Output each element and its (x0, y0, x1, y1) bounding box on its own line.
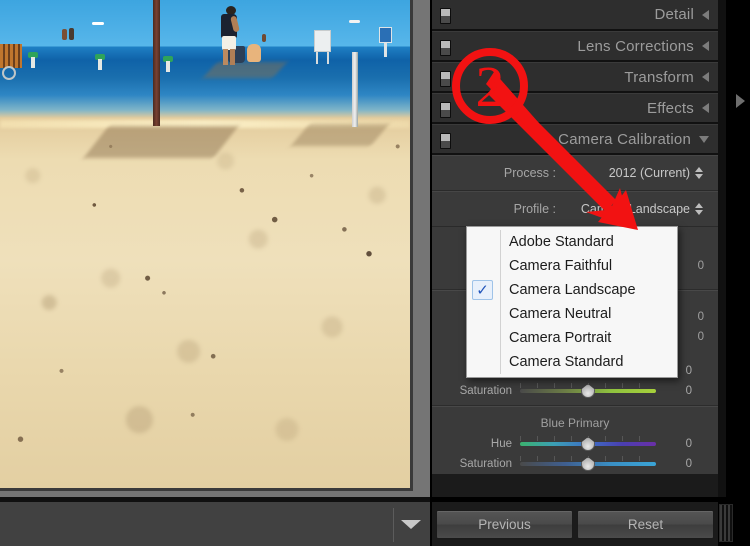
photo-frame (0, 0, 413, 491)
slider-value[interactable]: 0 (656, 458, 692, 470)
checkmark-icon: ✓ (472, 280, 493, 300)
profile-label: Profile : (432, 202, 568, 216)
up-down-arrows-icon[interactable] (695, 203, 703, 215)
dropdown-item-camera-neutral[interactable]: Camera Neutral (467, 302, 677, 326)
person-shorts (222, 36, 236, 50)
panel-right-edge (718, 0, 726, 497)
lightroom-develop-window: Detail Lens Corrections Transform Effect… (0, 0, 750, 546)
dropdown-item-label: Camera Faithful (509, 258, 612, 274)
process-label: Process : (432, 166, 568, 180)
dropdown-item-camera-portrait[interactable]: Camera Portrait (467, 326, 677, 350)
slider-label: Hue (432, 438, 520, 450)
right-panel-column: Detail Lens Corrections Transform Effect… (430, 0, 750, 546)
boat-icon (92, 22, 104, 25)
panel-switch-icon[interactable] (440, 40, 451, 56)
panel-title: Camera Calibration (558, 131, 691, 148)
panel-title: Detail (654, 6, 694, 23)
triangle-left-icon[interactable] (702, 103, 709, 113)
triangle-left-icon[interactable] (702, 10, 709, 20)
blue-saturation-slider-row[interactable]: Saturation 0 (432, 454, 718, 474)
blue-hue-slider-row[interactable]: Hue 0 (432, 434, 718, 454)
slider-label: Saturation (432, 458, 520, 470)
beach-cart-wheel (2, 66, 16, 80)
profile-value-text: Camera Landscape (581, 202, 690, 216)
previous-button[interactable]: Previous (436, 510, 573, 539)
process-value-text: 2012 (Current) (609, 166, 690, 180)
slider-value: 0 (698, 260, 704, 272)
dropdown-item-label: Camera Landscape (509, 282, 636, 298)
panel-switch-icon[interactable] (440, 8, 451, 24)
person-shadow (203, 62, 287, 78)
slider-value: 0 (698, 331, 704, 343)
beach-marker-post (98, 59, 102, 70)
toolbar-divider (393, 508, 394, 542)
panel-header-lens-corrections[interactable]: Lens Corrections (432, 31, 718, 62)
dropdown-item-camera-landscape[interactable]: ✓ Camera Landscape (467, 278, 677, 302)
profile-row[interactable]: Profile : Camera Landscape (432, 191, 718, 227)
person-figure (262, 34, 266, 42)
slider-track-wrap[interactable] (520, 383, 656, 399)
photo-preview-area[interactable] (0, 0, 430, 497)
beach-sign-blue (379, 27, 392, 43)
green-saturation-slider-row[interactable]: Saturation 0 (432, 381, 718, 401)
blue-primary-group-title: Blue Primary (432, 406, 718, 434)
grip-lines-icon[interactable] (719, 504, 733, 542)
profile-value[interactable]: Camera Landscape (568, 202, 704, 216)
up-down-arrows-icon[interactable] (695, 167, 703, 179)
panel-button-bar: Previous Reset (432, 500, 718, 546)
beach-marker-post (166, 61, 170, 72)
process-row[interactable]: Process : 2012 (Current) (432, 155, 718, 191)
white-pole (352, 52, 358, 127)
triangle-left-icon[interactable] (702, 72, 709, 82)
dropdown-item-adobe-standard[interactable]: Adobe Standard (467, 230, 677, 254)
slider-track-wrap[interactable] (520, 456, 656, 472)
dropdown-item-label: Camera Neutral (509, 306, 611, 322)
panel-header-effects[interactable]: Effects (432, 93, 718, 124)
slider-label: Saturation (432, 385, 520, 397)
triangle-down-icon[interactable] (699, 136, 709, 143)
triangle-left-icon[interactable] (702, 41, 709, 51)
dropdown-item-camera-faithful[interactable]: Camera Faithful (467, 254, 677, 278)
sand-specks (0, 0, 410, 488)
dropdown-item-label: Adobe Standard (509, 234, 614, 250)
beach-sign-post (384, 43, 387, 57)
person-leg (230, 49, 235, 65)
beach-cart (0, 44, 22, 68)
panel-header-detail[interactable]: Detail (432, 0, 718, 31)
person-figure (69, 28, 74, 40)
beach-photo[interactable] (0, 0, 410, 488)
pole-shadow (83, 126, 238, 158)
panel-switch-icon[interactable] (440, 71, 451, 87)
slider-track-wrap[interactable] (520, 436, 656, 452)
triangle-right-icon[interactable] (736, 94, 745, 108)
caret-down-icon[interactable] (401, 520, 421, 529)
dropdown-item-label: Camera Portrait (509, 330, 611, 346)
panel-switch-icon[interactable] (440, 102, 451, 118)
slider-value: 0 (698, 311, 704, 323)
profile-dropdown-menu[interactable]: Adobe Standard Camera Faithful ✓ Camera … (466, 226, 678, 378)
beach-sign-legs (314, 52, 331, 64)
dropdown-item-label: Camera Standard (509, 354, 623, 370)
slider-value[interactable]: 0 (656, 385, 692, 397)
child-figure (247, 44, 261, 62)
panel-title: Lens Corrections (577, 38, 694, 55)
person-leg (223, 49, 228, 65)
beach-marker-post (31, 57, 35, 68)
panel-header-transform[interactable]: Transform (432, 62, 718, 93)
panel-title: Transform (624, 69, 694, 86)
panel-switch-icon[interactable] (440, 133, 451, 149)
bottom-toolbar[interactable] (0, 500, 430, 546)
person-figure (215, 6, 241, 64)
reset-button[interactable]: Reset (577, 510, 714, 539)
boat-icon (349, 20, 360, 23)
slider-value[interactable]: 0 (656, 438, 692, 450)
panel-title: Effects (647, 100, 694, 117)
panel-header-camera-calibration[interactable]: Camera Calibration (432, 124, 718, 155)
dropdown-item-camera-standard[interactable]: Camera Standard (467, 350, 677, 374)
beach-sign (314, 30, 331, 52)
wooden-pole (153, 0, 160, 126)
person-figure (62, 29, 67, 40)
process-value[interactable]: 2012 (Current) (568, 166, 704, 180)
